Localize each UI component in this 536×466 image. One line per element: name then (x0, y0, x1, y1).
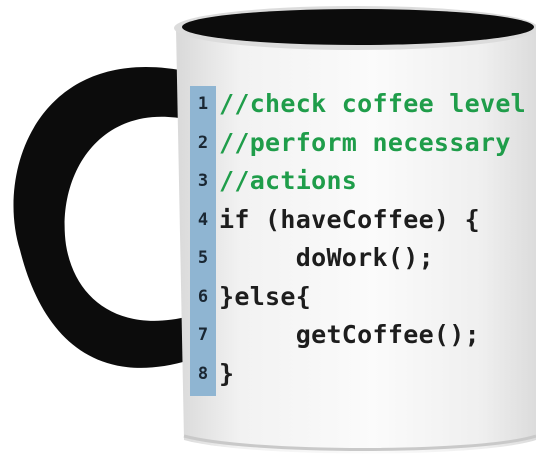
code-comment: //actions (219, 166, 358, 195)
code-statement: } (219, 358, 235, 388)
code-statement: getCoffee(); (219, 320, 480, 349)
mug-handle (13, 67, 190, 368)
line-number: 3 (197, 171, 209, 191)
code-statement: }else{ (219, 281, 312, 311)
line-number: 6 (197, 286, 209, 307)
code-comment: //check coffee level (219, 89, 527, 118)
code-comment: //perform necessary (219, 127, 511, 157)
line-number: 8 (197, 363, 209, 384)
line-number: 7 (197, 325, 209, 345)
line-number: 2 (197, 132, 209, 153)
code-print: 1 //check coffee level 2 //perform necessar… (190, 86, 536, 406)
mug-scene: 1 //check coffee level 2 //perform necessar… (0, 0, 536, 466)
code-statement: doWork(); (219, 243, 434, 272)
code-statement: if (haveCoffee) { (219, 204, 480, 234)
line-number: 1 (197, 94, 209, 114)
line-number: 5 (197, 248, 209, 268)
mug-interior (182, 9, 534, 45)
line-number: 4 (197, 209, 209, 230)
